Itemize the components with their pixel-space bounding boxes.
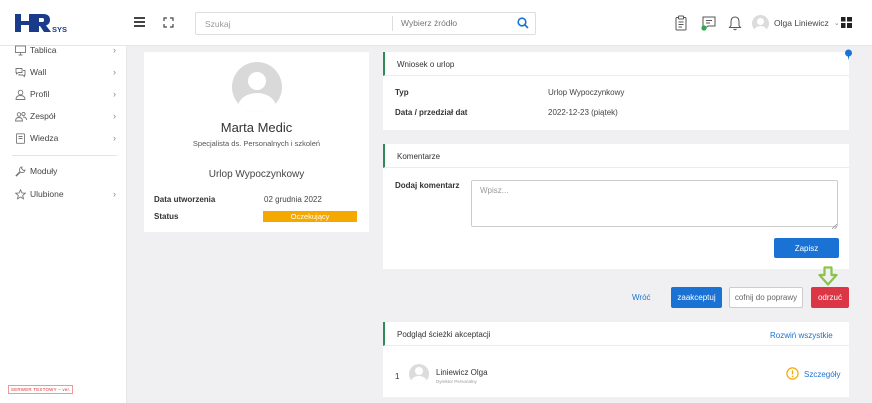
avatar xyxy=(232,62,282,112)
monitor-icon xyxy=(15,45,26,56)
comments-card: Komentarze Dodaj komentarz Zapisz xyxy=(383,144,849,269)
bell-icon[interactable] xyxy=(728,15,744,31)
user-icon xyxy=(15,89,26,100)
sidebar-item-ulubione[interactable]: Ulubione › xyxy=(0,184,127,204)
approval-path-card: Podgląd ścieżki akceptacji Rozwiń wszyst… xyxy=(383,322,849,397)
section-title: Podgląd ścieżki akceptacji xyxy=(397,330,491,339)
leave-request-card: Wniosek o urlop Typ Urlop Wypoczynkowy D… xyxy=(383,52,849,130)
chevron-right-icon: › xyxy=(113,189,116,199)
status-row: Status Oczekujący xyxy=(154,211,359,224)
leave-type-title: Urlop Wypoczynkowy xyxy=(208,169,305,180)
expand-all-link[interactable]: Rozwiń wszystkie xyxy=(770,331,833,340)
accept-button[interactable]: zaakceptuj xyxy=(671,287,722,308)
chevron-right-icon: › xyxy=(113,111,116,121)
top-bar: SYS Wybierz źródło xyxy=(0,0,872,46)
created-value: 02 grudnia 2022 xyxy=(264,195,322,204)
search-bar: Wybierz źródło xyxy=(195,12,536,35)
warning-icon xyxy=(786,367,799,380)
sidebar-divider xyxy=(12,155,117,156)
search-icon[interactable] xyxy=(516,16,530,30)
section-header: Wniosek o urlop xyxy=(383,52,849,76)
comment-textarea[interactable] xyxy=(471,180,838,227)
search-divider xyxy=(392,16,393,31)
chevron-down-icon: ⌄ xyxy=(833,20,840,27)
sidebar-item-label: Wall xyxy=(30,67,47,77)
status-label: Status xyxy=(154,212,179,221)
created-label: Data utworzenia xyxy=(154,195,216,204)
sidebar-item-profil[interactable]: Profil › xyxy=(0,84,127,104)
type-value: Urlop Wypoczynkowy xyxy=(548,88,625,97)
comments-icon xyxy=(15,67,26,78)
section-header: Komentarze xyxy=(383,144,849,168)
sidebar-item-label: Wiedza xyxy=(30,133,59,143)
employee-name: Marta Medic xyxy=(220,120,293,135)
pin-icon[interactable] xyxy=(844,49,853,61)
created-row: Data utworzenia 02 grudnia 2022 xyxy=(154,195,359,207)
avatar xyxy=(409,364,429,384)
arrow-down-icon xyxy=(817,266,839,287)
avatar xyxy=(752,14,769,32)
user-menu[interactable]: Olga Liniewicz ⌄ xyxy=(752,14,840,32)
resize-handle-icon[interactable] xyxy=(831,221,838,230)
sidebar-item-label: Zespół xyxy=(30,111,56,121)
chevron-right-icon: › xyxy=(113,133,116,143)
sidebar-item-wiedza[interactable]: Wiedza › xyxy=(0,128,127,148)
user-name: Olga Liniewicz xyxy=(774,18,829,28)
comment-label: Dodaj komentarz xyxy=(395,181,460,190)
sidebar-item-wall[interactable]: Wall › xyxy=(0,62,127,82)
wrench-icon xyxy=(15,165,26,177)
fullscreen-icon[interactable] xyxy=(163,17,174,28)
reject-button[interactable]: odrzuć xyxy=(811,287,849,308)
type-label: Typ xyxy=(395,88,409,97)
apps-grid-icon[interactable] xyxy=(841,17,852,28)
date-label: Data / przedział dat xyxy=(395,108,468,117)
sidebar-item-moduly[interactable]: Moduły xyxy=(0,161,127,181)
employee-profile-card: Marta Medic Specjalista ds. Personalnych… xyxy=(144,52,369,232)
back-link[interactable]: Wróć xyxy=(632,293,651,302)
sidebar-item-label: Moduły xyxy=(30,166,58,176)
approver-name: Liniewicz Olga xyxy=(436,368,488,377)
save-button[interactable]: Zapisz xyxy=(774,238,839,258)
source-select[interactable]: Wybierz źródło xyxy=(401,18,457,28)
sidebar-item-tablica[interactable]: Tablica › xyxy=(0,40,127,60)
chevron-right-icon: › xyxy=(113,89,116,99)
server-badge: SERWER TESTOWY – ver. xyxy=(8,385,74,394)
search-input[interactable] xyxy=(196,13,392,34)
hrsys-logo[interactable]: SYS xyxy=(13,11,73,35)
details-link[interactable]: Szczegóły xyxy=(804,370,840,379)
chat-icon[interactable] xyxy=(700,15,716,31)
sidebar-item-label: Tablica xyxy=(30,45,57,55)
sidebar-item-zespol[interactable]: Zespół › xyxy=(0,106,127,126)
sidebar: Tablica › Wall › Profil › Zespół › Wiedz… xyxy=(0,45,127,403)
section-title: Wniosek o urlop xyxy=(397,60,455,69)
star-icon xyxy=(14,188,27,200)
team-icon xyxy=(15,111,27,122)
employee-role: Specjalista ds. Personalnych i szkoleń xyxy=(192,139,321,148)
clipboard-icon[interactable] xyxy=(675,15,691,31)
status-badge: Oczekujący xyxy=(263,211,357,222)
approver-role: Dyrektor Personalny xyxy=(436,379,477,384)
sidebar-item-label: Profil xyxy=(30,89,50,99)
approver-number: 1 xyxy=(395,372,400,381)
date-value: 2022-12-23 (piątek) xyxy=(548,108,618,117)
chevron-right-icon: › xyxy=(113,45,116,55)
chevron-right-icon: › xyxy=(113,67,116,77)
sidebar-item-label: Ulubione xyxy=(30,189,64,199)
hamburger-icon[interactable] xyxy=(134,17,146,29)
section-title: Komentarze xyxy=(397,152,441,161)
return-for-correction-button[interactable]: cofnij do poprawy xyxy=(729,287,803,308)
book-icon xyxy=(15,132,26,144)
svg-text:SYS: SYS xyxy=(52,25,67,34)
